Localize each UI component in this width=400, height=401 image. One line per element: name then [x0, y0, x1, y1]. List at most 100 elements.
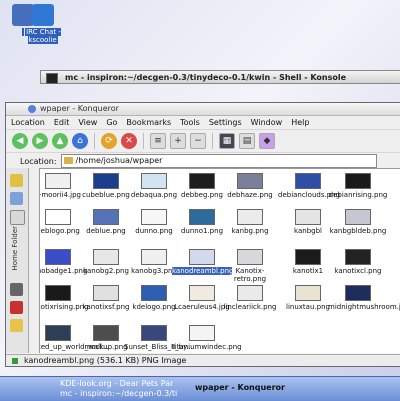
status-text: kanodreambl.png (536.1 KB) PNG Image	[24, 356, 187, 365]
menu-edit[interactable]: Edit	[54, 118, 70, 127]
window-titlebar[interactable]: wpaper - Konqueror	[6, 103, 400, 116]
sidebar-gap	[29, 168, 39, 353]
color-icon[interactable]: ◆	[259, 133, 275, 149]
menu-help[interactable]: Help	[291, 118, 309, 127]
file-thumbnail	[237, 285, 263, 301]
devices-tab-icon[interactable]	[10, 283, 23, 296]
file-name: Kanotix-retro.png	[233, 267, 267, 283]
file-item[interactable]: debianrising.png	[328, 173, 388, 199]
file-name: midnightmushroom.jpg	[328, 303, 400, 311]
file-name: lincleariick.png	[223, 303, 277, 311]
file-item[interactable]: titaniumwindec.png	[172, 325, 242, 351]
sidebar-tabs: Home Folder	[6, 168, 29, 353]
services-tab-icon[interactable]	[10, 301, 23, 314]
file-thumbnail	[189, 209, 215, 225]
sidebar-tab-home-folder[interactable]: Home Folder	[11, 226, 19, 271]
desktop-icon-label: IRC Chat - kscoolie	[25, 28, 61, 44]
view-mode-icon[interactable]: ▦	[219, 133, 235, 149]
back-icon[interactable]: ◀	[12, 133, 28, 149]
file-name: titaniumwindec.png	[172, 343, 242, 351]
file-name: kanbgbldeb.png	[329, 227, 387, 235]
file-item[interactable]: midnightmushroom.jpg	[328, 285, 400, 311]
forward-icon[interactable]: ▶	[32, 133, 48, 149]
up-icon[interactable]: ▲	[52, 133, 68, 149]
location-value: /home/joshua/wpaper	[75, 156, 163, 165]
file-thumbnail	[141, 285, 167, 301]
zoom-out-icon[interactable]: −	[190, 133, 206, 149]
file-view: c-moorii4.jpg cubeblue.png debaqua.png debb…	[39, 168, 400, 353]
konsole-icon	[46, 73, 58, 84]
konqueror-window: wpaper - Konqueror Location Edit View Go…	[5, 102, 400, 367]
file-item[interactable]: Kanotix-retro.png	[220, 249, 280, 283]
file-item[interactable]: kanbgbldeb.png	[328, 209, 388, 235]
menu-window[interactable]: Window	[251, 118, 283, 127]
file-thumbnail	[189, 173, 215, 189]
file-thumbnail	[141, 249, 167, 265]
file-name: debianrising.png	[328, 191, 388, 199]
location-label: Location:	[20, 156, 57, 166]
menu-view[interactable]: View	[78, 118, 97, 127]
irc-chat-icon	[32, 4, 54, 26]
file-thumbnail	[93, 285, 119, 301]
preview-icon[interactable]: ▤	[239, 133, 255, 149]
taskbar-item[interactable]: KDE-look.org - Dear Pets Par	[60, 379, 173, 388]
menu-tools[interactable]: Tools	[180, 118, 200, 127]
toolbar-separator	[212, 133, 213, 149]
file-item[interactable]: kanbg.png	[220, 209, 280, 235]
cut-icon[interactable]: ≡	[150, 133, 166, 149]
file-thumbnail	[45, 249, 71, 265]
file-thumbnail	[45, 173, 71, 189]
file-thumbnail	[45, 209, 71, 225]
menu-bookmarks[interactable]: Bookmarks	[126, 118, 171, 127]
home-icon[interactable]: ⌂	[72, 133, 88, 149]
taskbar-item[interactable]: mc - inspiron:~/decgen-0.3/ti	[60, 389, 177, 398]
file-item[interactable]: lincleariick.png	[220, 285, 280, 311]
menu-location[interactable]: Location	[11, 118, 45, 127]
folder-icon	[63, 157, 73, 164]
location-bar: Location: /home/joshua/wpaper	[6, 153, 400, 169]
file-thumbnail	[295, 285, 321, 301]
file-thumbnail	[189, 325, 215, 341]
file-item[interactable]: debhaze.png	[220, 173, 280, 199]
file-thumbnail	[237, 209, 263, 225]
file-thumbnail	[93, 325, 119, 341]
file-thumbnail	[93, 249, 119, 265]
favorites-tab-icon[interactable]	[10, 319, 23, 332]
home-tab-icon[interactable]	[10, 210, 25, 225]
file-thumbnail	[141, 325, 167, 341]
desktop-icon-irc[interactable]: IRC Chat - kscoolie	[20, 4, 66, 44]
file-thumbnail	[93, 209, 119, 225]
file-thumbnail	[237, 249, 263, 265]
file-thumbnail	[345, 285, 371, 301]
window-title: wpaper - Konqueror	[40, 104, 119, 113]
reload-icon[interactable]: ⟳	[101, 133, 117, 149]
toolbar-separator	[94, 133, 95, 149]
menu-go[interactable]: Go	[106, 118, 117, 127]
file-thumbnail	[295, 173, 321, 189]
toolbar: ◀ ▶ ▲ ⌂ ⟳ ✕ ≡ + − ▦ ▤ ◆	[6, 129, 400, 153]
zoom-in-icon[interactable]: +	[170, 133, 186, 149]
file-thumbnail	[45, 285, 71, 301]
file-name: debhaze.png	[227, 191, 273, 199]
konsole-title: mc - inspiron:~/decgen-0.3/tinydeco-0.1/…	[65, 73, 347, 82]
statusbar: kanodreambl.png (536.1 KB) PNG Image	[6, 354, 400, 366]
toolbar-separator	[143, 133, 144, 149]
taskbar: KDE-look.org - Dear Pets Par mc - inspir…	[0, 376, 400, 401]
menu-settings[interactable]: Settings	[209, 118, 242, 127]
file-thumbnail	[45, 325, 71, 341]
konqueror-icon	[28, 105, 36, 113]
file-thumbnail	[345, 209, 371, 225]
file-thumbnail	[345, 173, 371, 189]
menubar: Location Edit View Go Bookmarks Tools Se…	[6, 116, 400, 129]
content-area: Home Folder c-moorii4.jpg cubeblue.png deb…	[6, 168, 400, 353]
file-item[interactable]: kanotixcl.png	[328, 249, 388, 275]
status-indicator-icon	[12, 358, 18, 364]
history-tab-icon[interactable]	[10, 192, 23, 205]
file-name: kanbg.png	[231, 227, 269, 235]
file-thumbnail	[237, 173, 263, 189]
location-input[interactable]: /home/joshua/wpaper	[60, 154, 377, 168]
bookmarks-tab-icon[interactable]	[10, 174, 23, 187]
taskbar-item-active[interactable]: wpaper - Konqueror	[195, 383, 285, 392]
stop-icon[interactable]: ✕	[121, 133, 137, 149]
konsole-window-titlebar[interactable]: mc - inspiron:~/decgen-0.3/tinydeco-0.1/…	[40, 70, 400, 84]
